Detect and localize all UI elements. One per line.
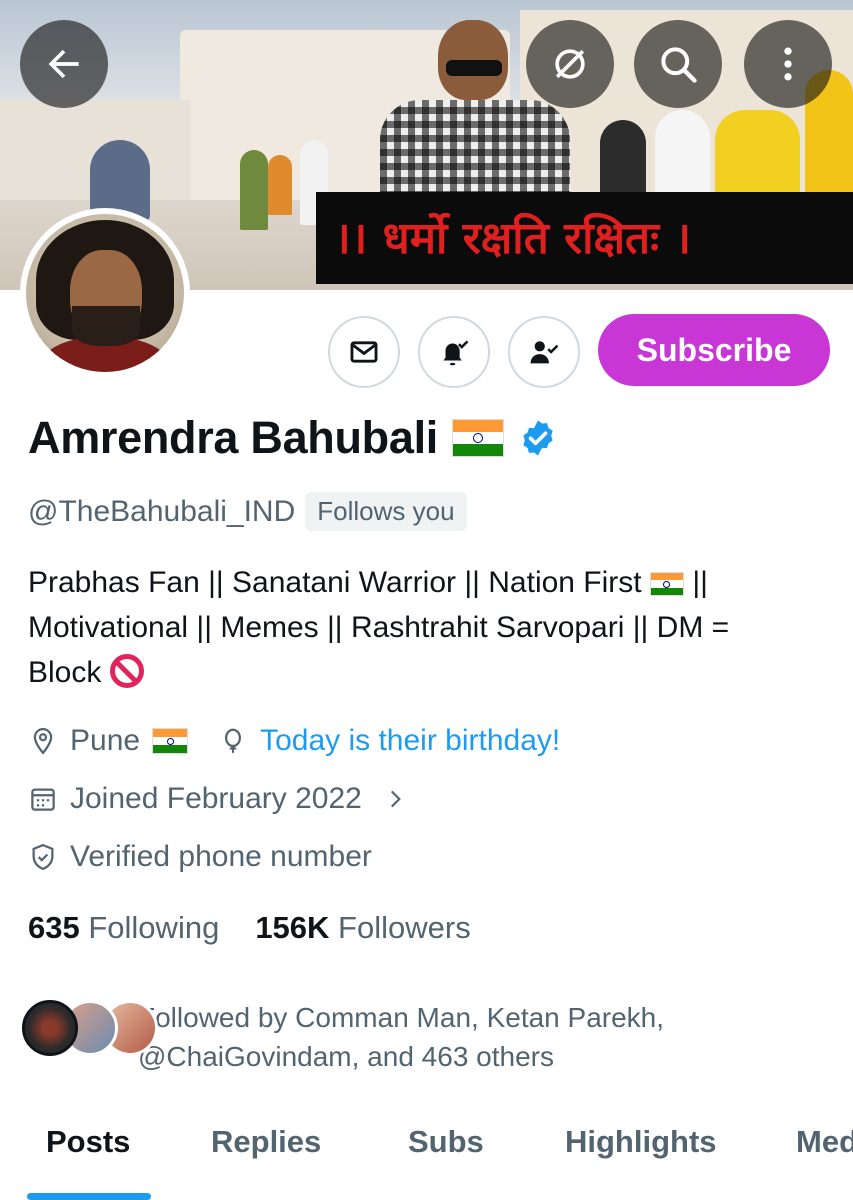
tab-posts[interactable]: Posts	[46, 1124, 130, 1160]
bell-check-icon	[443, 340, 469, 366]
verified-phone-text: Verified phone number	[70, 840, 372, 873]
profile-tabs: Posts Replies Subs Highlights Med	[0, 1124, 853, 1200]
profile-name: Amrendra Bahubali	[28, 412, 438, 463]
message-button[interactable]	[328, 316, 400, 388]
followers-count: 156K	[255, 910, 330, 945]
subscribe-button[interactable]: Subscribe	[598, 314, 830, 386]
birthday-text: Today is their birthday!	[260, 724, 561, 757]
tab-media[interactable]: Med	[796, 1124, 853, 1160]
location-row: Pune Today is their birthday!	[28, 724, 560, 758]
more-button[interactable]	[744, 20, 832, 108]
visitor	[715, 110, 800, 195]
arrow-left-icon	[48, 49, 79, 79]
avatar-image	[26, 214, 184, 372]
back-button[interactable]	[20, 20, 108, 108]
bio-line-2: Motivational || Memes || Rashtrahit Sarv…	[28, 611, 730, 644]
joined-row[interactable]: Joined February 2022	[28, 782, 408, 816]
active-tab-indicator	[27, 1193, 151, 1200]
location-pin-icon	[33, 727, 53, 755]
banner-sanskrit-text: ।। धर्मो रक्षति रक्षितः ।	[316, 192, 853, 284]
person-check-icon	[530, 341, 559, 364]
bio-line-3: Block	[28, 656, 102, 689]
followed-by-avatars[interactable]	[22, 1000, 158, 1056]
tab-replies[interactable]: Replies	[211, 1124, 321, 1160]
bio-line-1-end: ||	[692, 566, 708, 599]
following-link[interactable]: 635 Following	[28, 910, 219, 946]
hide-button[interactable]	[526, 20, 614, 108]
follower-avatar	[22, 1000, 78, 1056]
visitor	[268, 155, 292, 215]
india-flag-icon	[152, 728, 189, 754]
verified-phone-row: Verified phone number	[28, 840, 372, 874]
profile-bio: Prabhas Fan || Sanatani Warrior || Natio…	[28, 560, 828, 695]
follows-you-badge: Follows you	[305, 492, 467, 531]
shield-check-icon	[32, 843, 54, 871]
bio-line-1: Prabhas Fan || Sanatani Warrior || Natio…	[28, 566, 642, 599]
followed-by-text[interactable]: Followed by Comman Man, Ketan Parekh, @C…	[138, 998, 828, 1076]
following-button[interactable]	[508, 316, 580, 388]
following-count: 635	[28, 910, 80, 945]
following-label: Following	[88, 910, 220, 945]
notifications-button[interactable]	[418, 316, 490, 388]
more-vertical-icon	[784, 47, 792, 81]
handle-row: @TheBahubali_IND Follows you	[28, 492, 467, 531]
visitor	[240, 150, 268, 230]
verified-badge-icon[interactable]	[518, 418, 558, 458]
tab-subs[interactable]: Subs	[408, 1124, 484, 1160]
chevron-right-icon	[390, 790, 401, 808]
visitor	[600, 120, 646, 200]
eye-slash-icon	[555, 49, 585, 79]
no-entry-icon	[109, 654, 144, 688]
followers-label: Followers	[338, 910, 471, 945]
profile-handle: @TheBahubali_IND	[28, 494, 296, 528]
tab-highlights[interactable]: Highlights	[565, 1124, 717, 1160]
envelope-icon	[350, 341, 378, 363]
location-text: Pune	[70, 724, 141, 757]
search-icon	[661, 47, 697, 83]
india-flag-icon	[649, 572, 684, 597]
india-flag-icon	[452, 419, 504, 457]
avatar[interactable]	[20, 208, 190, 378]
visitor	[655, 110, 710, 195]
joined-text: Joined February 2022	[70, 782, 362, 815]
followed-by-line-1: Followed by Comman Man, Ketan Parekh,	[138, 1002, 665, 1033]
follow-stats: 635 Following 156K Followers	[28, 910, 471, 946]
calendar-icon	[31, 788, 55, 811]
balloon-icon	[225, 728, 242, 753]
profile-name-row: Amrendra Bahubali	[28, 412, 558, 464]
followers-link[interactable]: 156K Followers	[255, 910, 470, 946]
followed-by-line-2: @ChaiGovindam, and 463 others	[138, 1041, 554, 1072]
search-button[interactable]	[634, 20, 722, 108]
